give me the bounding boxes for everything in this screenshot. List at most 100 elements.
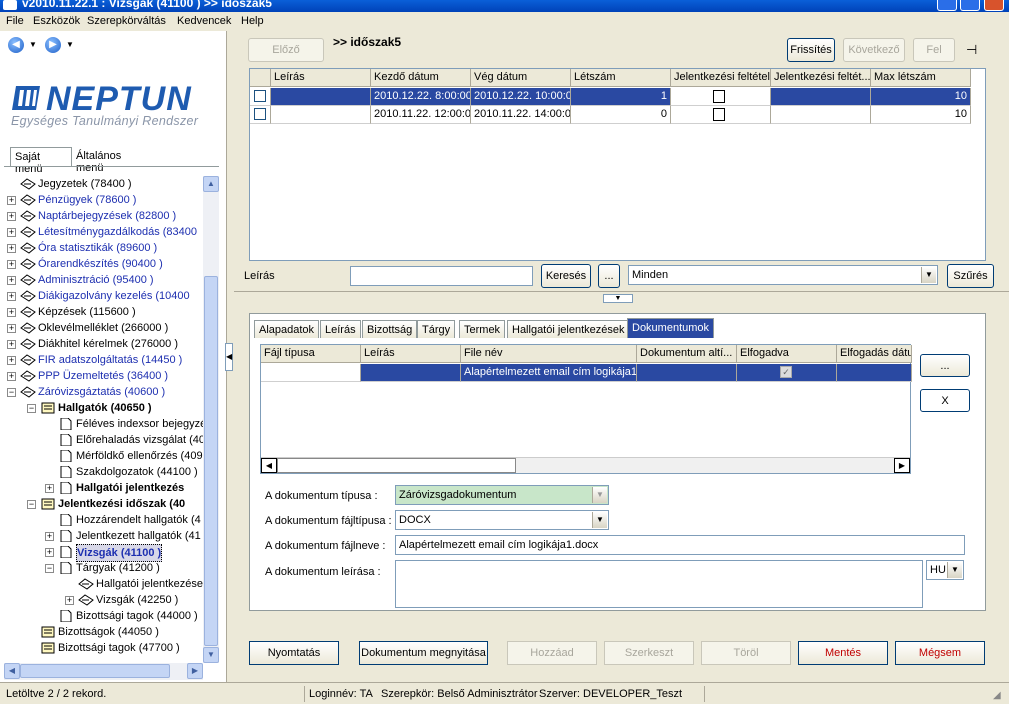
expand-icon[interactable]: + <box>7 292 16 301</box>
menu-help[interactable]: Help <box>241 15 264 27</box>
back-icon[interactable]: ◀ <box>8 37 24 53</box>
cell-condition2[interactable] <box>771 106 871 124</box>
tab-dokumentumok[interactable]: Dokumentumok <box>627 318 715 338</box>
grid-header[interactable]: Elfogadva <box>737 345 837 363</box>
expand-icon[interactable]: + <box>7 196 16 205</box>
print-button[interactable]: Nyomtatás <box>249 641 339 665</box>
scroll-right-icon[interactable]: ▶ <box>894 458 910 473</box>
tab-own-menu[interactable]: Saját menü <box>10 147 72 175</box>
file-type-select[interactable]: DOCX ▼ <box>395 510 609 530</box>
expand-icon[interactable]: + <box>45 548 54 557</box>
search-input[interactable] <box>350 266 533 286</box>
row-checkbox-cell[interactable] <box>250 88 271 106</box>
cancel-button[interactable]: Mégsem <box>895 641 985 665</box>
expand-icon[interactable]: + <box>45 532 54 541</box>
cell-leiras[interactable] <box>271 88 371 106</box>
edit-button[interactable]: Szerkeszt <box>604 641 694 665</box>
cell-condition2[interactable] <box>771 88 871 106</box>
up-button[interactable]: Fel <box>913 38 955 62</box>
forward-icon[interactable]: ▶ <box>45 37 61 53</box>
menu-favorites[interactable]: Kedvencek <box>177 15 231 27</box>
grid-header[interactable]: Jelentkezési feltét... <box>771 69 871 87</box>
filter-button[interactable]: Szűrés <box>947 264 994 288</box>
maximize-button[interactable] <box>960 0 980 11</box>
forward-dropdown-icon[interactable]: ▼ <box>66 40 74 49</box>
expand-icon[interactable]: + <box>7 356 16 365</box>
grid-header[interactable]: Kezdő dátum <box>371 69 471 87</box>
scroll-up-icon[interactable]: ▲ <box>203 176 219 192</box>
cell-max[interactable]: 10 <box>871 88 971 106</box>
expand-icon[interactable]: + <box>7 260 16 269</box>
collapse-icon[interactable]: − <box>45 564 54 573</box>
tab-bizottsag[interactable]: Bizottság <box>362 320 418 338</box>
chevron-down-icon[interactable]: ▼ <box>921 267 936 283</box>
expand-icon[interactable]: + <box>7 276 16 285</box>
cell-max[interactable]: 10 <box>871 106 971 124</box>
tree-vertical-scrollbar[interactable]: ▲ ▼ <box>203 176 219 663</box>
cell-kezdo[interactable]: 2010.11.22. 12:00:0 <box>371 106 471 124</box>
delete-row-button[interactable]: X <box>920 389 970 412</box>
cell-tipus[interactable] <box>261 364 361 382</box>
previous-button[interactable]: Előző <box>248 38 324 62</box>
pin-icon[interactable]: ⊣ <box>966 42 977 58</box>
search-button[interactable]: Keresés <box>541 264 591 288</box>
grid-header[interactable]: Elfogadás dátu <box>837 345 912 363</box>
scroll-down-icon[interactable]: ▼ <box>203 647 219 663</box>
row-checkbox[interactable] <box>254 90 266 102</box>
grid-header[interactable]: Létszám <box>571 69 671 87</box>
scroll-thumb[interactable] <box>204 276 218 646</box>
cell-letszam[interactable]: 1 <box>571 88 671 106</box>
expand-icon[interactable]: + <box>45 484 54 493</box>
cell-condition[interactable] <box>671 106 771 124</box>
scroll-left-icon[interactable]: ◀ <box>4 663 20 679</box>
tab-general-menu[interactable]: Általános menü <box>72 147 152 174</box>
grid-horizontal-scrollbar[interactable]: ◀ ▶ <box>261 457 910 473</box>
cell-leiras[interactable] <box>271 106 371 124</box>
cell-veg[interactable]: 2010.12.22. 10:00:0 <box>471 88 571 106</box>
close-button[interactable] <box>984 0 1004 11</box>
menu-file[interactable]: File <box>6 15 24 27</box>
hscroll-thumb[interactable] <box>20 664 170 678</box>
delete-button[interactable]: Töröl <box>701 641 791 665</box>
document-icon[interactable] <box>713 90 725 103</box>
document-icon[interactable] <box>713 108 725 121</box>
cell-veg[interactable]: 2010.11.22. 14:00:0 <box>471 106 571 124</box>
tab-alapadatok[interactable]: Alapadatok <box>254 320 320 338</box>
row-checkbox[interactable] <box>254 108 266 120</box>
grid-header[interactable]: Leírás <box>361 345 461 363</box>
cell-leiras[interactable] <box>361 364 461 382</box>
file-name-field[interactable]: Alapértelmezett email cím logikája1.docx <box>395 535 965 555</box>
cell-datum[interactable] <box>837 364 912 382</box>
collapse-left-icon[interactable]: ◀ <box>225 343 233 371</box>
cell-letszam[interactable]: 0 <box>571 106 671 124</box>
grid-header[interactable]: Max létszám <box>871 69 971 87</box>
collapse-down-icon[interactable]: ▼ <box>603 294 633 303</box>
expand-icon[interactable]: + <box>7 212 16 221</box>
expand-icon[interactable]: + <box>7 308 16 317</box>
browse-button[interactable]: ... <box>920 354 970 377</box>
grid-header[interactable]: Leírás <box>271 69 371 87</box>
next-button[interactable]: Következő <box>843 38 905 62</box>
tab-hallgatoi-jelentkezesek[interactable]: Hallgatói jelentkezések <box>507 320 630 338</box>
add-button[interactable]: Hozzáad <box>507 641 597 665</box>
scroll-right-icon[interactable]: ▶ <box>187 663 203 679</box>
cell-filenev[interactable]: Alapértelmezett email cím logikája1.d <box>461 364 637 382</box>
filter-select[interactable]: Minden ▼ <box>628 265 938 285</box>
language-select[interactable]: HU ▼ <box>926 560 964 580</box>
pane-splitter[interactable]: ◀ <box>225 31 234 682</box>
grid-header[interactable]: Fájl típusa <box>261 345 361 363</box>
save-button[interactable]: Mentés <box>798 641 888 665</box>
cell-condition[interactable] <box>671 88 771 106</box>
collapse-icon[interactable]: − <box>27 404 36 413</box>
resize-grip-icon[interactable]: ◢ <box>993 690 1001 701</box>
cell-elfogadva[interactable]: ✓ <box>737 364 837 382</box>
collapse-icon[interactable]: − <box>7 388 16 397</box>
grid-header[interactable]: Dokumentum altí... <box>637 345 737 363</box>
minimize-button[interactable] <box>937 0 957 11</box>
chevron-down-icon[interactable]: ▼ <box>592 512 607 528</box>
tab-targy[interactable]: Tárgy <box>417 320 456 338</box>
chevron-down-icon[interactable]: ▼ <box>592 487 607 503</box>
doc-type-select[interactable]: Záróvizsgadokumentum ▼ <box>395 485 609 505</box>
chevron-down-icon[interactable]: ▼ <box>947 562 962 578</box>
expand-icon[interactable]: + <box>7 372 16 381</box>
